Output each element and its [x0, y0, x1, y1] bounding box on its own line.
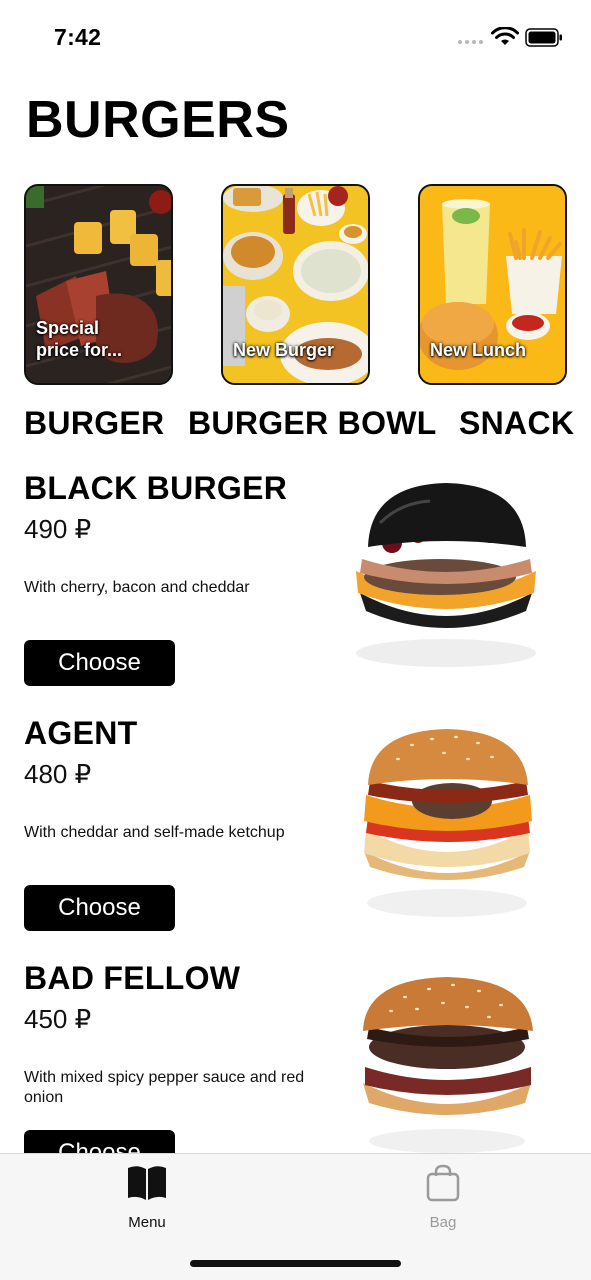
product-name: AGENT	[24, 715, 138, 751]
choose-button[interactable]: Choose	[24, 885, 175, 931]
stories-carousel: Special price for... New Burger New Lunc…	[0, 184, 591, 386]
product-description: With cheddar and self-made ketchup	[24, 824, 285, 841]
book-icon	[128, 1166, 166, 1200]
bad-fellow-burger-image	[363, 977, 533, 1153]
category-tab-burger-bowl[interactable]: BURGER BOWL	[188, 405, 437, 442]
page-title: BURGERS	[26, 91, 290, 149]
product-name: BLACK BURGER	[24, 470, 288, 506]
product-card: BLACK BURGER 490 ₽ With cherry, bacon an…	[0, 470, 591, 690]
tab-bag[interactable]: Bag	[383, 1164, 503, 1231]
product-name: BAD FELLOW	[24, 960, 241, 996]
agent-burger-image	[364, 729, 532, 917]
category-tab-snack[interactable]: SNACK	[459, 405, 574, 442]
story-card[interactable]: Special price for...	[24, 184, 173, 385]
story-label: New Burger	[233, 340, 335, 360]
black-burger-image	[356, 483, 536, 667]
product-price: 450 ₽	[24, 1004, 92, 1034]
wifi-icon	[491, 27, 519, 45]
category-tab-burger[interactable]: BURGER	[24, 405, 164, 442]
tab-menu[interactable]: Menu	[87, 1164, 207, 1231]
status-bar: 7:42	[0, 0, 591, 75]
story-label: New Lunch	[430, 340, 527, 360]
product-description: With mixed spicy pepper sauce and red on…	[24, 1069, 305, 1106]
product-card: BAD FELLOW 450 ₽ With mixed spicy pepper…	[0, 960, 591, 1180]
bag-icon	[426, 1164, 460, 1202]
product-price: 480 ₽	[24, 759, 92, 789]
product-price: 490 ₽	[24, 514, 92, 544]
cellular-signal-icon	[458, 40, 483, 44]
product-card: AGENT 480 ₽ With cheddar and self-made k…	[0, 715, 591, 935]
home-indicator	[190, 1260, 401, 1267]
choose-button[interactable]: Choose	[24, 640, 175, 686]
tab-label: Bag	[429, 1214, 457, 1231]
tab-label: Menu	[128, 1214, 166, 1231]
status-time: 7:42	[54, 24, 102, 50]
story-card[interactable]: New Burger	[221, 184, 370, 385]
story-card[interactable]: New Lunch	[418, 184, 567, 385]
story-label: Special price for...	[36, 318, 123, 360]
category-tabs: BURGER BURGER BOWL SNACK	[0, 405, 591, 449]
battery-icon	[525, 28, 562, 47]
product-description: With cherry, bacon and cheddar	[24, 579, 250, 596]
